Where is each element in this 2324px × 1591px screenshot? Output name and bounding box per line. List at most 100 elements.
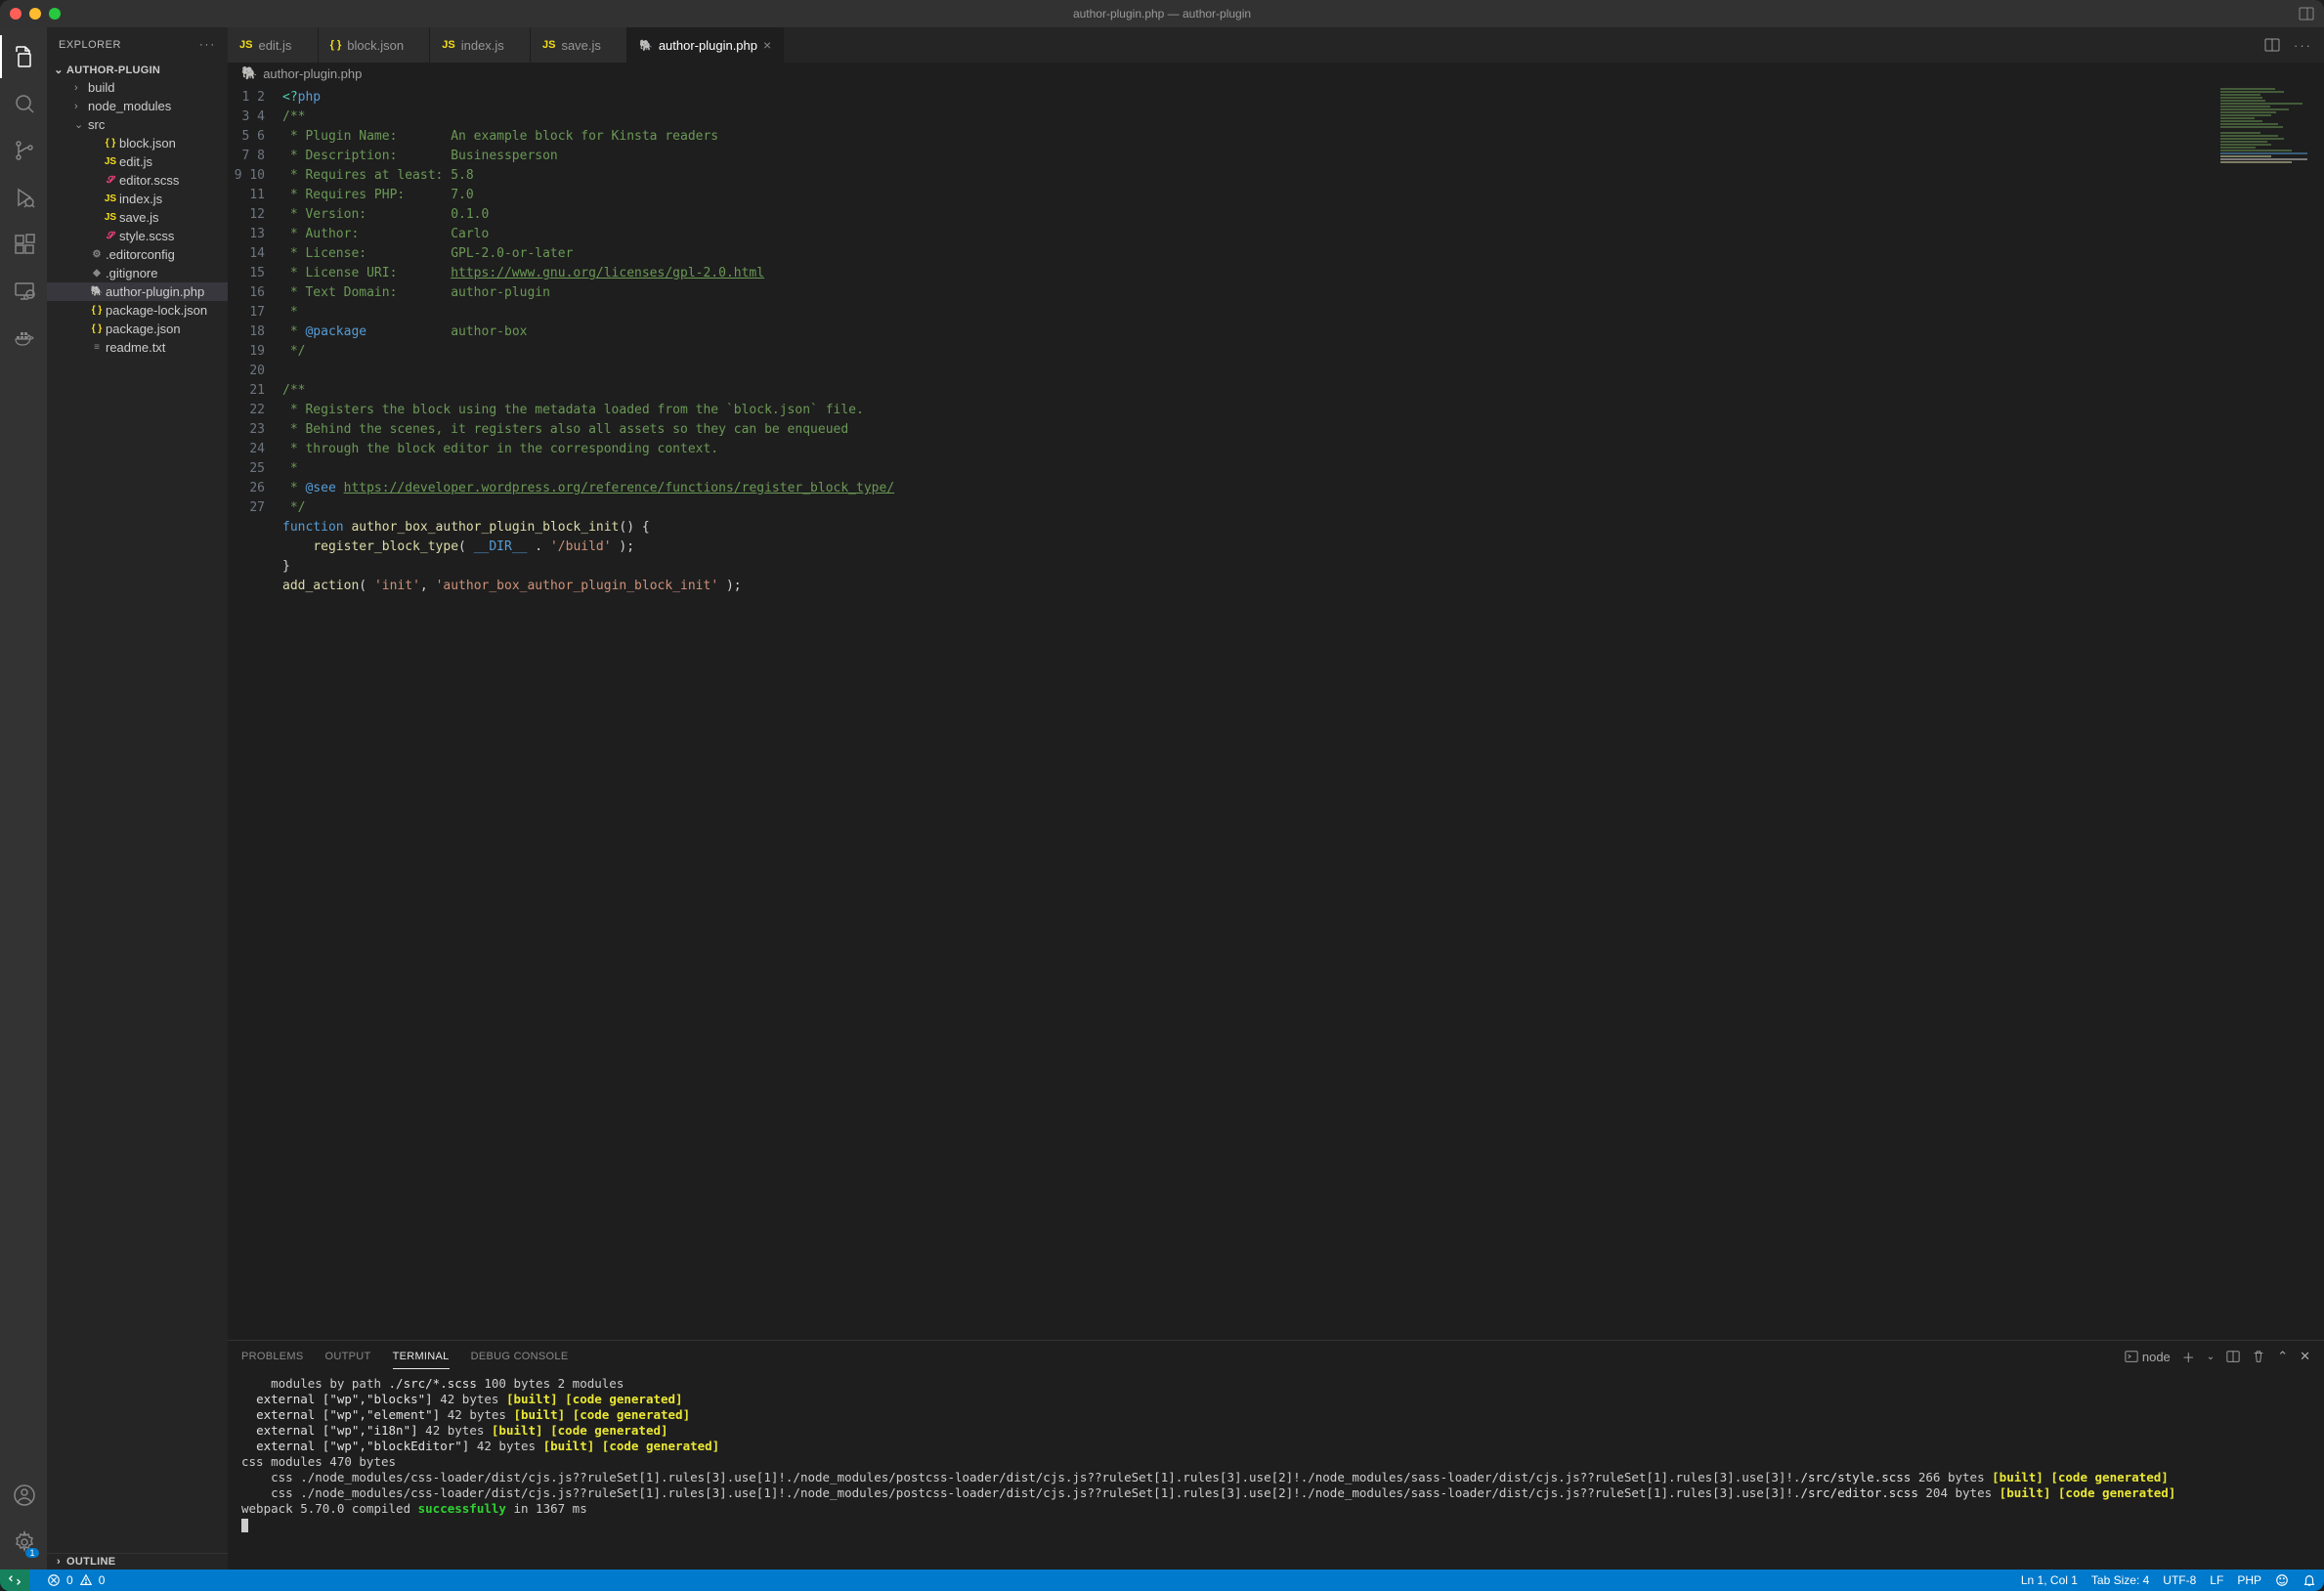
remote-explorer-icon[interactable] (0, 270, 47, 313)
folder-src[interactable]: ⌄src (47, 115, 228, 134)
panel-tab-debug[interactable]: DEBUG CONSOLE (471, 1345, 569, 1368)
chevron-icon: › (74, 82, 88, 94)
file-icon: JS (542, 39, 555, 51)
remote-indicator[interactable] (0, 1570, 29, 1591)
file-icon: JS (442, 39, 454, 51)
php-file-icon: 🐘 (241, 65, 257, 81)
project-name: AUTHOR-PLUGIN (66, 64, 160, 76)
panel-tab-problems[interactable]: PROBLEMS (241, 1345, 304, 1368)
folder-build[interactable]: ›build (47, 78, 228, 97)
tab-index.js[interactable]: JSindex.js× (430, 27, 531, 63)
file-.gitignore[interactable]: ◆.gitignore (47, 264, 228, 282)
tab-author-plugin.php[interactable]: 🐘author-plugin.php× (627, 27, 784, 63)
search-icon[interactable] (0, 82, 47, 125)
maximize-window[interactable] (49, 8, 61, 20)
file-icon: { } (88, 323, 106, 334)
language-mode[interactable]: PHP (2237, 1573, 2261, 1587)
file-icon: JS (102, 194, 119, 204)
file-icon: { } (102, 138, 119, 149)
file-edit.js[interactable]: JSedit.js (47, 152, 228, 171)
file-package.json[interactable]: { }package.json (47, 320, 228, 338)
tab-save.js[interactable]: JSsave.js× (531, 27, 627, 63)
debug-icon[interactable] (0, 176, 47, 219)
file-block.json[interactable]: { }block.json (47, 134, 228, 152)
line-numbers: 1 2 3 4 5 6 7 8 9 10 11 12 13 14 15 16 1… (228, 84, 282, 1340)
file-icon: ≡ (88, 342, 106, 353)
panel-tab-terminal[interactable]: TERMINAL (393, 1345, 450, 1369)
close-window[interactable] (10, 8, 22, 20)
more-icon[interactable]: ··· (199, 39, 216, 51)
settings-gear-icon[interactable]: 1 (0, 1521, 47, 1564)
project-section[interactable]: ⌄ AUTHOR-PLUGIN (47, 62, 228, 78)
file-tree: ›build›node_modules⌄src{ }block.jsonJSed… (47, 78, 228, 1553)
breadcrumb-file: author-plugin.php (263, 66, 362, 81)
docker-icon[interactable] (0, 317, 47, 360)
notifications-icon[interactable] (2302, 1573, 2316, 1587)
split-editor-icon[interactable] (2264, 37, 2280, 53)
breadcrumb[interactable]: 🐘 author-plugin.php (228, 63, 2324, 84)
file-icon: { } (88, 305, 106, 316)
editor[interactable]: 1 2 3 4 5 6 7 8 9 10 11 12 13 14 15 16 1… (228, 84, 2324, 1340)
activity-bar: 1 (0, 27, 47, 1570)
more-actions-icon[interactable]: ··· (2294, 38, 2312, 53)
minimap[interactable] (2216, 84, 2324, 1340)
terminal-output[interactable]: modules by path ./src/*.scss 100 bytes 2… (228, 1372, 2324, 1570)
chevron-right-icon: › (51, 1556, 66, 1568)
account-icon[interactable] (0, 1474, 47, 1517)
file-icon: JS (102, 212, 119, 223)
eol[interactable]: LF (2210, 1573, 2223, 1587)
tab-size[interactable]: Tab Size: 4 (2091, 1573, 2149, 1587)
panel-tab-output[interactable]: OUTPUT (325, 1345, 371, 1368)
cursor-position[interactable]: Ln 1, Col 1 (2021, 1573, 2078, 1587)
file-readme.txt[interactable]: ≡readme.txt (47, 338, 228, 357)
file-icon: 🐘 (639, 39, 653, 52)
encoding[interactable]: UTF-8 (2163, 1573, 2196, 1587)
new-terminal-icon[interactable]: ＋ (2182, 1348, 2195, 1366)
code-content[interactable]: <?php /** * Plugin Name: An example bloc… (282, 84, 2216, 1340)
source-control-icon[interactable] (0, 129, 47, 172)
file-icon: 𝓢 (102, 175, 119, 186)
file-icon: { } (330, 39, 342, 51)
folder-node_modules[interactable]: ›node_modules (47, 97, 228, 115)
file-icon: 🐘 (88, 286, 106, 297)
file-icon: JS (239, 39, 252, 51)
terminal-kind[interactable]: node (2125, 1350, 2171, 1364)
problems-status[interactable]: 0 0 (47, 1573, 105, 1587)
chevron-up-icon[interactable]: ⌃ (2277, 1349, 2288, 1364)
titlebar: author-plugin.php — author-plugin (0, 0, 2324, 27)
window-title: author-plugin.php — author-plugin (1073, 7, 1251, 21)
chevron-icon: ⌄ (74, 118, 88, 131)
sidebar: EXPLORER ··· ⌄ AUTHOR-PLUGIN ›build›node… (47, 27, 228, 1570)
file-icon: 𝓢 (102, 231, 119, 241)
explorer-icon[interactable] (0, 35, 47, 78)
bottom-panel: PROBLEMS OUTPUT TERMINAL DEBUG CONSOLE n… (228, 1340, 2324, 1570)
split-terminal-icon[interactable] (2226, 1350, 2240, 1363)
file-editor.scss[interactable]: 𝓢editor.scss (47, 171, 228, 190)
close-panel-icon[interactable]: ✕ (2300, 1349, 2310, 1364)
feedback-icon[interactable] (2275, 1573, 2289, 1587)
tab-edit.js[interactable]: JSedit.js× (228, 27, 319, 63)
chevron-down-icon: ⌄ (51, 64, 66, 76)
minimize-window[interactable] (29, 8, 41, 20)
status-bar: 0 0 Ln 1, Col 1 Tab Size: 4 UTF-8 LF PHP (0, 1570, 2324, 1591)
chevron-icon: › (74, 101, 88, 112)
file-save.js[interactable]: JSsave.js (47, 208, 228, 227)
trash-icon[interactable] (2252, 1350, 2265, 1363)
file-icon: ◆ (88, 268, 106, 279)
file-.editorconfig[interactable]: ⚙.editorconfig (47, 245, 228, 264)
close-tab-icon[interactable]: × (763, 37, 771, 53)
file-index.js[interactable]: JSindex.js (47, 190, 228, 208)
extensions-icon[interactable] (0, 223, 47, 266)
file-package-lock.json[interactable]: { }package-lock.json (47, 301, 228, 320)
file-author-plugin.php[interactable]: 🐘author-plugin.php (47, 282, 228, 301)
outline-section[interactable]: › OUTLINE (47, 1553, 228, 1570)
outline-label: OUTLINE (66, 1556, 115, 1568)
settings-badge: 1 (25, 1548, 39, 1558)
terminal-dropdown-icon[interactable]: ⌄ (2207, 1352, 2215, 1362)
file-icon: ⚙ (88, 249, 106, 260)
explorer-label: EXPLORER (59, 39, 121, 51)
file-icon: JS (102, 156, 119, 167)
tab-block.json[interactable]: { }block.json× (319, 27, 431, 63)
file-style.scss[interactable]: 𝓢style.scss (47, 227, 228, 245)
panel-layout-icon[interactable] (2299, 6, 2314, 22)
